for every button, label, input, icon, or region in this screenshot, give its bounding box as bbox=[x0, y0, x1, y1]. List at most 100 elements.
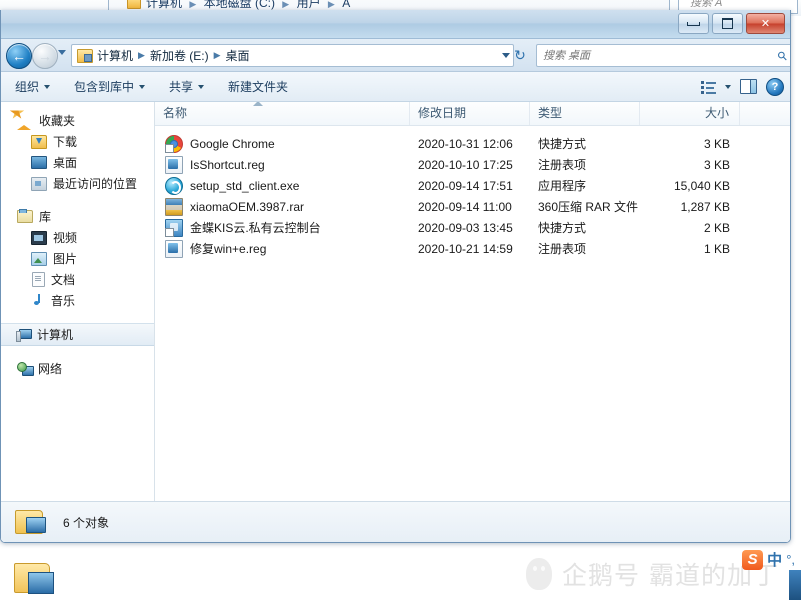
sidebar-item-libraries[interactable]: 库 bbox=[1, 206, 154, 227]
table-row[interactable]: 修复win+e.reg 2020-10-21 14:59 注册表项 1 KB bbox=[155, 238, 790, 259]
registry-file-icon bbox=[165, 155, 183, 174]
navigation-pane: 收藏夹 下载 桌面 最近访问的位置 库 视频 图片 文档 音乐 计算机 网络 bbox=[1, 102, 155, 542]
close-button[interactable]: ✕ bbox=[746, 13, 785, 34]
file-name-cell: Google Chrome bbox=[155, 134, 410, 153]
table-row[interactable]: 金蝶KIS云.私有云控制台 2020-09-03 13:45 快捷方式 2 KB bbox=[155, 217, 790, 238]
computer-icon bbox=[16, 328, 32, 342]
file-name-label: xiaomaOEM.3987.rar bbox=[190, 199, 305, 214]
new-folder-button[interactable]: 新建文件夹 bbox=[218, 75, 298, 98]
sidebar-label-libraries: 库 bbox=[39, 210, 52, 224]
search-box[interactable]: ⚲ bbox=[536, 44, 790, 67]
sidebar-item-network[interactable]: 网络 bbox=[1, 358, 154, 379]
sidebar-item-computer[interactable]: 计算机 bbox=[1, 323, 154, 346]
file-list: 名称 修改日期 类型 大小 Google Chrome 2020-10-31 12… bbox=[155, 102, 790, 542]
file-size-cell: 2 KB bbox=[703, 220, 730, 235]
explorer-window: ✕ ← → 计算机 ▶ 新加卷 (E:) ▶ 桌面 ↻ 搜索 桌面 ⚲ 组织 包… bbox=[0, 10, 791, 543]
sidebar-item-favorites[interactable]: 收藏夹 bbox=[1, 110, 154, 131]
table-row[interactable]: IsShortcut.reg 2020-10-10 17:25 注册表项 3 KB bbox=[155, 154, 790, 175]
folder-icon bbox=[127, 0, 141, 9]
chevron-down-icon bbox=[44, 84, 51, 89]
table-row[interactable]: setup_std_client.exe 2020-09-14 17:51 应用程序… bbox=[155, 175, 790, 196]
sidebar-item-pictures[interactable]: 图片 bbox=[1, 248, 154, 269]
sidebar-item-documents[interactable]: 文档 bbox=[1, 269, 154, 290]
chevron-down-icon[interactable] bbox=[502, 53, 510, 58]
breadcrumb-item-computer[interactable]: 计算机 bbox=[97, 47, 133, 64]
close-icon: ✕ bbox=[760, 18, 771, 30]
file-type-cell: 快捷方式 bbox=[538, 221, 587, 235]
maximize-button[interactable] bbox=[712, 13, 743, 34]
sidebar-label-music: 音乐 bbox=[51, 294, 76, 308]
sidebar-item-music[interactable]: 音乐 bbox=[1, 290, 154, 311]
file-type-cell: 360压缩 RAR 文件 bbox=[538, 200, 639, 214]
breadcrumb-item-desktop[interactable]: 桌面 bbox=[226, 47, 250, 64]
preview-pane-icon[interactable] bbox=[740, 79, 757, 94]
background-breadcrumb-item-2[interactable]: 用户 bbox=[297, 0, 321, 10]
chevron-right-icon: ▶ bbox=[189, 0, 197, 9]
ime-mode-toggle[interactable]: 中 bbox=[767, 549, 782, 570]
background-breadcrumb-item-0[interactable]: 计算机 bbox=[146, 0, 182, 10]
back-button[interactable]: ← bbox=[6, 43, 32, 69]
nav-group-libraries: 库 视频 图片 文档 音乐 bbox=[1, 206, 154, 311]
background-breadcrumb-item-3[interactable]: A bbox=[342, 0, 350, 10]
chevron-down-icon bbox=[198, 84, 205, 89]
address-bar: ← → 计算机 ▶ 新加卷 (E:) ▶ 桌面 ↻ ⚲ bbox=[1, 39, 790, 72]
kingdee-shortcut-icon bbox=[165, 218, 183, 237]
include-in-library-label: 包含到库中 bbox=[74, 80, 135, 94]
help-icon[interactable]: ? bbox=[766, 77, 784, 96]
rar-archive-icon bbox=[165, 197, 183, 216]
qq-penguin-icon bbox=[526, 558, 553, 590]
background-search-placeholder: 搜索 A bbox=[690, 0, 723, 9]
refresh-button[interactable]: ↻ bbox=[512, 47, 528, 63]
ime-scroll-handle[interactable] bbox=[789, 570, 801, 600]
ime-indicator[interactable]: S 中 °, bbox=[742, 549, 795, 570]
sidebar-item-recent-places[interactable]: 最近访问的位置 bbox=[1, 173, 154, 194]
file-name-label: 金蝶KIS云.私有云控制台 bbox=[190, 221, 321, 235]
organize-button[interactable]: 组织 bbox=[5, 75, 60, 98]
include-in-library-button[interactable]: 包含到库中 bbox=[64, 75, 155, 98]
sidebar-item-videos[interactable]: 视频 bbox=[1, 227, 154, 248]
file-date-cell: 2020-10-10 17:25 bbox=[418, 157, 513, 172]
new-folder-label: 新建文件夹 bbox=[228, 80, 289, 94]
refresh-icon: ↻ bbox=[514, 47, 526, 63]
application-icon bbox=[165, 176, 183, 195]
history-dropdown-icon[interactable] bbox=[58, 50, 66, 55]
file-date-cell: 2020-09-14 11:00 bbox=[418, 199, 512, 214]
table-row[interactable]: xiaomaOEM.3987.rar 2020-09-14 11:00 360压缩 … bbox=[155, 196, 790, 217]
desktop-background: 企鹅号 霸道的加丁 S 中 °, bbox=[0, 542, 801, 600]
column-header-type[interactable]: 类型 bbox=[530, 102, 640, 125]
file-name-cell: xiaomaOEM.3987.rar bbox=[155, 197, 410, 216]
chevron-down-icon[interactable] bbox=[725, 84, 731, 89]
file-date-cell: 2020-10-21 14:59 bbox=[418, 241, 513, 256]
file-size-cell: 3 KB bbox=[703, 136, 730, 151]
view-options-icon[interactable] bbox=[701, 80, 716, 94]
address-input[interactable]: 计算机 ▶ 新加卷 (E:) ▶ 桌面 bbox=[71, 44, 514, 67]
share-button[interactable]: 共享 bbox=[159, 75, 214, 98]
chevron-right-icon: ▶ bbox=[282, 0, 290, 9]
file-size-cell: 3 KB bbox=[703, 157, 730, 172]
search-input[interactable] bbox=[541, 48, 779, 63]
column-headers: 名称 修改日期 类型 大小 bbox=[155, 102, 790, 126]
nav-group-network: 网络 bbox=[1, 358, 154, 379]
breadcrumb-item-volume[interactable]: 新加卷 (E:) bbox=[150, 47, 209, 64]
column-header-size[interactable]: 大小 bbox=[640, 102, 740, 125]
sidebar-label-favorites: 收藏夹 bbox=[39, 114, 76, 128]
desktop-folder-icon[interactable] bbox=[14, 560, 58, 596]
command-toolbar: 组织 包含到库中 共享 新建文件夹 ? bbox=[1, 72, 790, 102]
file-size-cell: 15,040 KB bbox=[673, 178, 730, 193]
ime-punctuation-toggle[interactable]: °, bbox=[786, 552, 795, 567]
background-breadcrumb-item-1[interactable]: 本地磁盘 (C:) bbox=[204, 0, 275, 10]
sidebar-item-desktop[interactable]: 桌面 bbox=[1, 152, 154, 173]
table-row[interactable]: Google Chrome 2020-10-31 12:06 快捷方式 3 KB bbox=[155, 133, 790, 154]
sidebar-item-downloads[interactable]: 下载 bbox=[1, 131, 154, 152]
file-name-label: 修复win+e.reg bbox=[190, 242, 267, 256]
title-bar[interactable]: ✕ bbox=[1, 10, 790, 39]
minimize-button[interactable] bbox=[678, 13, 709, 34]
maximize-icon bbox=[722, 18, 733, 29]
column-header-date[interactable]: 修改日期 bbox=[410, 102, 530, 125]
column-header-name[interactable]: 名称 bbox=[155, 102, 410, 125]
file-type-cell: 注册表项 bbox=[538, 242, 587, 256]
chevron-right-icon: ▶ bbox=[213, 50, 221, 60]
share-label: 共享 bbox=[169, 80, 194, 94]
sogou-logo-icon[interactable]: S bbox=[742, 549, 764, 570]
forward-button[interactable]: → bbox=[32, 43, 58, 69]
